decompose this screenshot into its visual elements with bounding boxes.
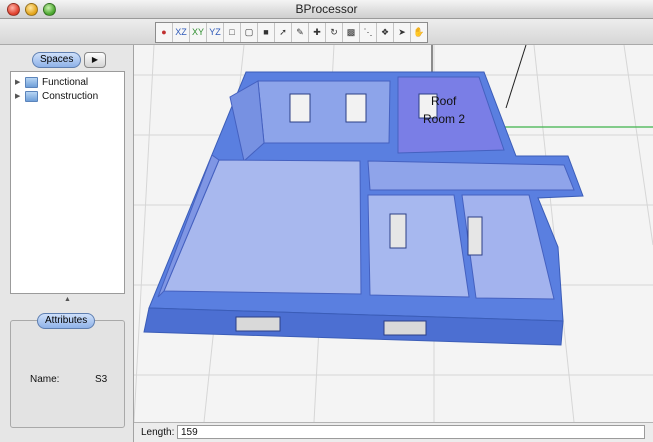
tree-label: Functional	[42, 76, 89, 88]
box-icon[interactable]: □	[224, 23, 241, 42]
attributes-panel	[10, 320, 125, 428]
room-small-1	[367, 194, 470, 298]
yz-view-icon[interactable]: YZ	[207, 23, 224, 42]
window-2	[345, 93, 367, 123]
tree-item-functional[interactable]: ▶ Functional	[15, 75, 88, 89]
length-label: Length:	[141, 427, 175, 438]
room-large	[163, 159, 362, 295]
window-1	[289, 93, 311, 123]
move-icon[interactable]: ✚	[309, 23, 326, 42]
tree-label: Construction	[42, 90, 99, 102]
folder-icon	[25, 90, 38, 102]
door-2	[467, 216, 483, 256]
length-input[interactable]: 159	[177, 425, 645, 439]
title-bar: BProcessor	[0, 0, 653, 19]
sidebar: Spaces ▶ ▶ Functional ▶ Construction ▲ A…	[0, 45, 134, 442]
toolbar: ● XZ XY YZ □ ▢ ■ ➚ ✎ ✚ ↻ ▩ ⋱ ❖ ➤ ✋	[0, 19, 653, 45]
folder-icon	[25, 76, 38, 88]
tool-strip: ● XZ XY YZ □ ▢ ■ ➚ ✎ ✚ ↻ ▩ ⋱ ❖ ➤ ✋	[155, 22, 428, 43]
book-icon[interactable]: ▩	[343, 23, 360, 42]
xy-view-icon[interactable]: XY	[190, 23, 207, 42]
corridor	[367, 160, 575, 191]
box-solid-icon[interactable]: ■	[258, 23, 275, 42]
pan-icon[interactable]: ➤	[394, 23, 411, 42]
spaces-tree[interactable]: ▶ Functional ▶ Construction	[10, 71, 125, 294]
window-title: BProcessor	[295, 2, 358, 16]
tree-item-construction[interactable]: ▶ Construction	[15, 89, 98, 103]
attribute-name-label: Name:	[30, 374, 60, 385]
pencil-icon[interactable]: ✎	[292, 23, 309, 42]
box-outline-icon[interactable]: ▢	[241, 23, 258, 42]
play-arrow-button[interactable]: ▶	[84, 52, 106, 68]
disclosure-triangle-icon[interactable]: ▶	[15, 78, 25, 86]
app-window: BProcessor ● XZ XY YZ □ ▢ ■ ➚ ✎ ✚ ↻ ▩ ⋱ …	[0, 0, 653, 442]
front-window-1	[235, 316, 281, 332]
attribute-name-value: S3	[95, 374, 108, 385]
split-handle-icon[interactable]: ▲	[64, 296, 71, 303]
room-label: Room 2	[423, 112, 466, 126]
3d-viewport[interactable]: Roof Room 2	[134, 45, 653, 422]
render-mode-icon[interactable]: ●	[156, 23, 173, 42]
attributes-tab[interactable]: Attributes	[37, 313, 96, 329]
disclosure-triangle-icon[interactable]: ▶	[15, 92, 25, 100]
door-1	[389, 213, 407, 249]
status-bar: Length: 159	[134, 422, 653, 442]
xz-view-icon[interactable]: XZ	[173, 23, 190, 42]
floorplan-3d-model	[134, 45, 653, 422]
measure-icon[interactable]: ⋱	[360, 23, 377, 42]
select-arrow-icon[interactable]: ➚	[275, 23, 292, 42]
rotate-icon[interactable]: ↻	[326, 23, 343, 42]
room-back-left	[257, 80, 391, 144]
compass-icon[interactable]: ❖	[377, 23, 394, 42]
hand-icon[interactable]: ✋	[411, 23, 427, 42]
front-window-2	[383, 320, 427, 336]
spaces-tab[interactable]: Spaces	[32, 52, 82, 68]
roof-label: Roof	[431, 94, 457, 108]
leader-line	[505, 45, 527, 109]
